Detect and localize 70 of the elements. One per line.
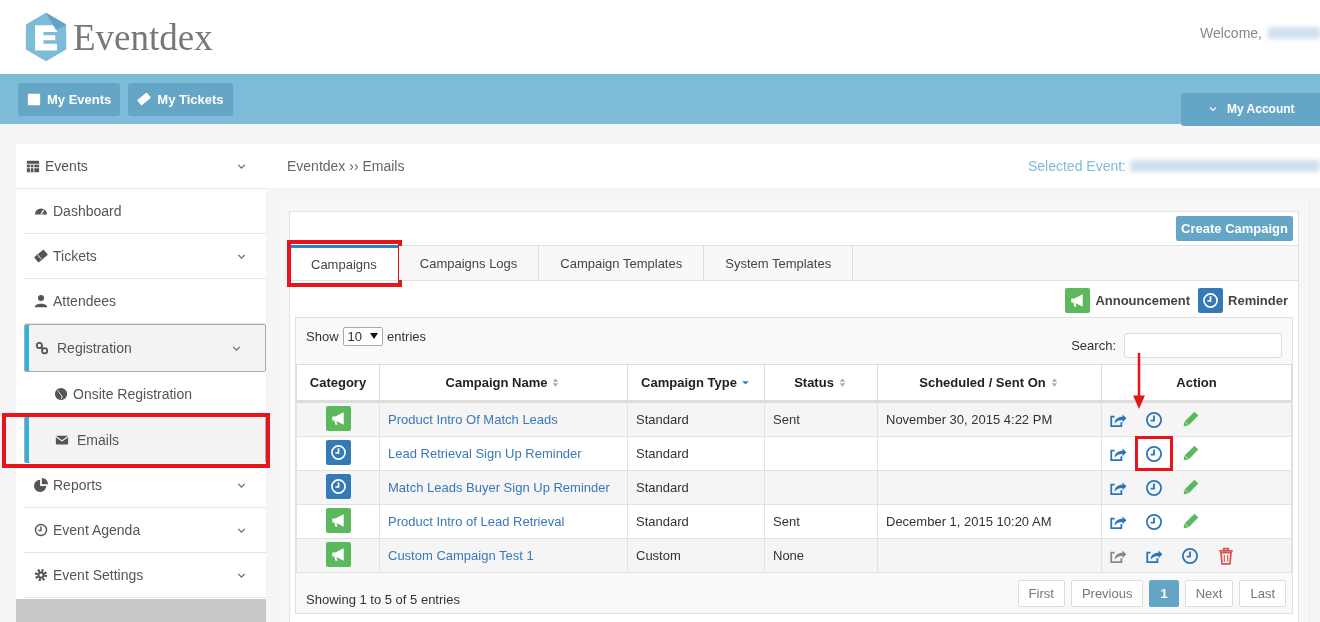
caret-icon bbox=[370, 333, 378, 339]
sidebar-item[interactable]: Event Agenda bbox=[24, 508, 266, 553]
table-cell: Sent bbox=[764, 504, 878, 539]
edit-icon[interactable] bbox=[1181, 512, 1199, 531]
table-cell: Custom bbox=[627, 538, 765, 573]
table-cell: Standard bbox=[627, 436, 765, 471]
delete-icon[interactable] bbox=[1217, 546, 1235, 565]
edit-icon[interactable] bbox=[1181, 478, 1199, 497]
column-header[interactable]: Campaign Name bbox=[379, 364, 628, 402]
page-size-select[interactable]: 10 bbox=[342, 326, 383, 346]
search-label: Search: bbox=[1071, 337, 1116, 353]
clock-icon[interactable] bbox=[1145, 512, 1163, 531]
campaign-link[interactable]: Match Leads Buyer Sign Up Reminder bbox=[388, 480, 610, 495]
sidebar-item[interactable]: Emails bbox=[24, 416, 266, 463]
tab[interactable]: Campaigns bbox=[290, 245, 399, 280]
table-cell: Standard bbox=[627, 504, 765, 539]
welcome-text: Welcome, bbox=[1200, 25, 1262, 41]
pagination-button[interactable]: Next bbox=[1184, 580, 1234, 607]
column-header[interactable]: Category bbox=[296, 364, 380, 402]
edit-icon[interactable] bbox=[1181, 410, 1199, 429]
entries-info: Showing 1 to 5 of 5 entries bbox=[306, 592, 460, 607]
pagination-button[interactable]: First bbox=[1017, 580, 1065, 607]
column-header[interactable]: Scheduled / Sent On bbox=[877, 364, 1102, 402]
sidebar-item[interactable]: Reports bbox=[24, 463, 266, 508]
sidebar-header[interactable]: Events bbox=[16, 144, 266, 189]
envelope-icon bbox=[55, 433, 69, 447]
selected-event-label: Selected Event: bbox=[1027, 158, 1126, 174]
sidebar-item[interactable]: Registration bbox=[24, 324, 266, 372]
table-cell: Sent bbox=[764, 401, 878, 437]
campaign-link[interactable]: Product Intro of Lead Retrieval bbox=[388, 514, 565, 529]
globe-icon bbox=[54, 387, 68, 401]
sidebar-item[interactable]: Event Settings bbox=[24, 553, 266, 598]
show-label: Show bbox=[306, 328, 339, 344]
logo-text: Eventdex bbox=[73, 15, 213, 59]
breadcrumb: Eventdex ›› Emails bbox=[287, 158, 405, 174]
legend-label: Announcement bbox=[1095, 293, 1191, 308]
settings-icon bbox=[34, 568, 48, 582]
table-cell: Standard bbox=[627, 401, 765, 437]
entries-label: entries bbox=[387, 328, 427, 344]
campaign-link[interactable]: Lead Retrieval Sign Up Reminder bbox=[388, 446, 582, 461]
table-cell: None bbox=[764, 538, 878, 573]
redacted-name bbox=[1268, 27, 1320, 39]
edit-icon[interactable] bbox=[1181, 444, 1199, 463]
column-header[interactable]: Campaign Type bbox=[627, 364, 765, 402]
pagination-button[interactable]: Last bbox=[1239, 580, 1286, 607]
column-header[interactable]: Action bbox=[1101, 364, 1292, 402]
ticket-icon bbox=[137, 92, 152, 106]
ticket-icon bbox=[34, 249, 48, 263]
campaign-link[interactable]: Product Intro Of Match Leads bbox=[388, 412, 558, 427]
column-header[interactable]: Status bbox=[764, 364, 878, 402]
sidebar-item[interactable]: Onsite Registration bbox=[24, 372, 266, 416]
clock-icon[interactable] bbox=[1145, 444, 1163, 463]
pie-chart-icon bbox=[34, 478, 48, 492]
table-cell: December 1, 2015 10:20 AM bbox=[877, 504, 1102, 539]
legend-label: Reminder bbox=[1228, 293, 1288, 308]
link-icon bbox=[35, 341, 49, 355]
table-cell: November 30, 2015 4:22 PM bbox=[877, 401, 1102, 437]
person-icon bbox=[34, 294, 48, 308]
sidebar-item[interactable]: Tickets bbox=[24, 234, 266, 279]
clock-icon bbox=[34, 523, 48, 537]
tab[interactable]: Campaigns Logs bbox=[398, 246, 540, 280]
clock-icon[interactable] bbox=[1181, 546, 1199, 565]
sidebar-item[interactable]: Dashboard bbox=[24, 189, 266, 234]
clock-icon[interactable] bbox=[1145, 478, 1163, 497]
table-cell: Standard bbox=[627, 470, 765, 505]
clock-icon[interactable] bbox=[1145, 410, 1163, 429]
search-field[interactable] bbox=[1124, 332, 1282, 358]
pagination-button[interactable]: Previous bbox=[1070, 580, 1144, 607]
sidebar-label: Events bbox=[45, 158, 89, 174]
campaign-link[interactable]: Custom Campaign Test 1 bbox=[388, 548, 534, 563]
